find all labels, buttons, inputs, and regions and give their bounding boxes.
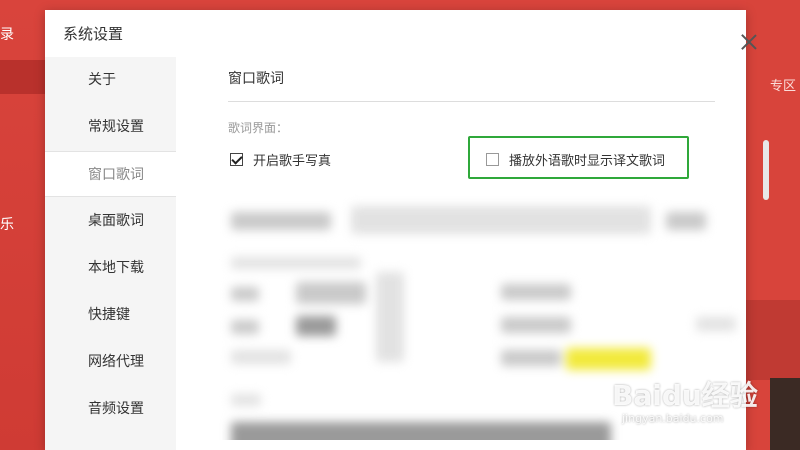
watermark-url: jingyan.baidu.com: [622, 412, 724, 425]
section-title: 窗口歌词: [228, 71, 284, 87]
singer-photo-option[interactable]: 开启歌手写真: [230, 150, 331, 169]
baidu-watermark: Baidu经验: [612, 379, 758, 412]
checkbox-unchecked[interactable]: [486, 153, 499, 166]
translated-lyrics-option[interactable]: 播放外语歌时显示译文歌词: [486, 150, 665, 169]
background-zone-tab[interactable]: 专区: [770, 70, 800, 104]
sidebar-item-desktop-lyrics[interactable]: 桌面歌词: [45, 198, 176, 244]
background-nav-text: 录: [0, 27, 14, 43]
lyrics-ui-label: 歌词界面：: [228, 121, 289, 135]
close-icon[interactable]: [739, 32, 759, 52]
sidebar-item-window-lyrics[interactable]: 窗口歌词: [45, 151, 176, 197]
sidebar-item-about[interactable]: 关于: [45, 57, 176, 103]
sidebar-item-local-download[interactable]: 本地下载: [45, 245, 176, 291]
checkbox-checked[interactable]: [230, 153, 243, 166]
background-banner-image: [770, 378, 800, 450]
scrollbar[interactable]: [763, 140, 769, 200]
option-label: 播放外语歌时显示译文歌词: [509, 154, 666, 169]
background-banner-image: [746, 300, 800, 380]
sidebar-item-network-proxy[interactable]: 网络代理: [45, 339, 176, 385]
divider: [228, 101, 715, 102]
sidebar-item-audio[interactable]: 音频设置: [45, 386, 176, 432]
sidebar-item-shortcuts[interactable]: 快捷键: [45, 292, 176, 338]
settings-sidebar: 关于 常规设置 窗口歌词 桌面歌词 本地下载 快捷键 网络代理 音频设置: [45, 57, 176, 450]
sidebar-item-general[interactable]: 常规设置: [45, 104, 176, 150]
background-nav-selected: [0, 60, 45, 94]
option-label: 开启歌手写真: [253, 154, 332, 169]
dialog-title: 系统设置: [63, 25, 124, 43]
background-nav-text: 乐: [0, 217, 14, 233]
